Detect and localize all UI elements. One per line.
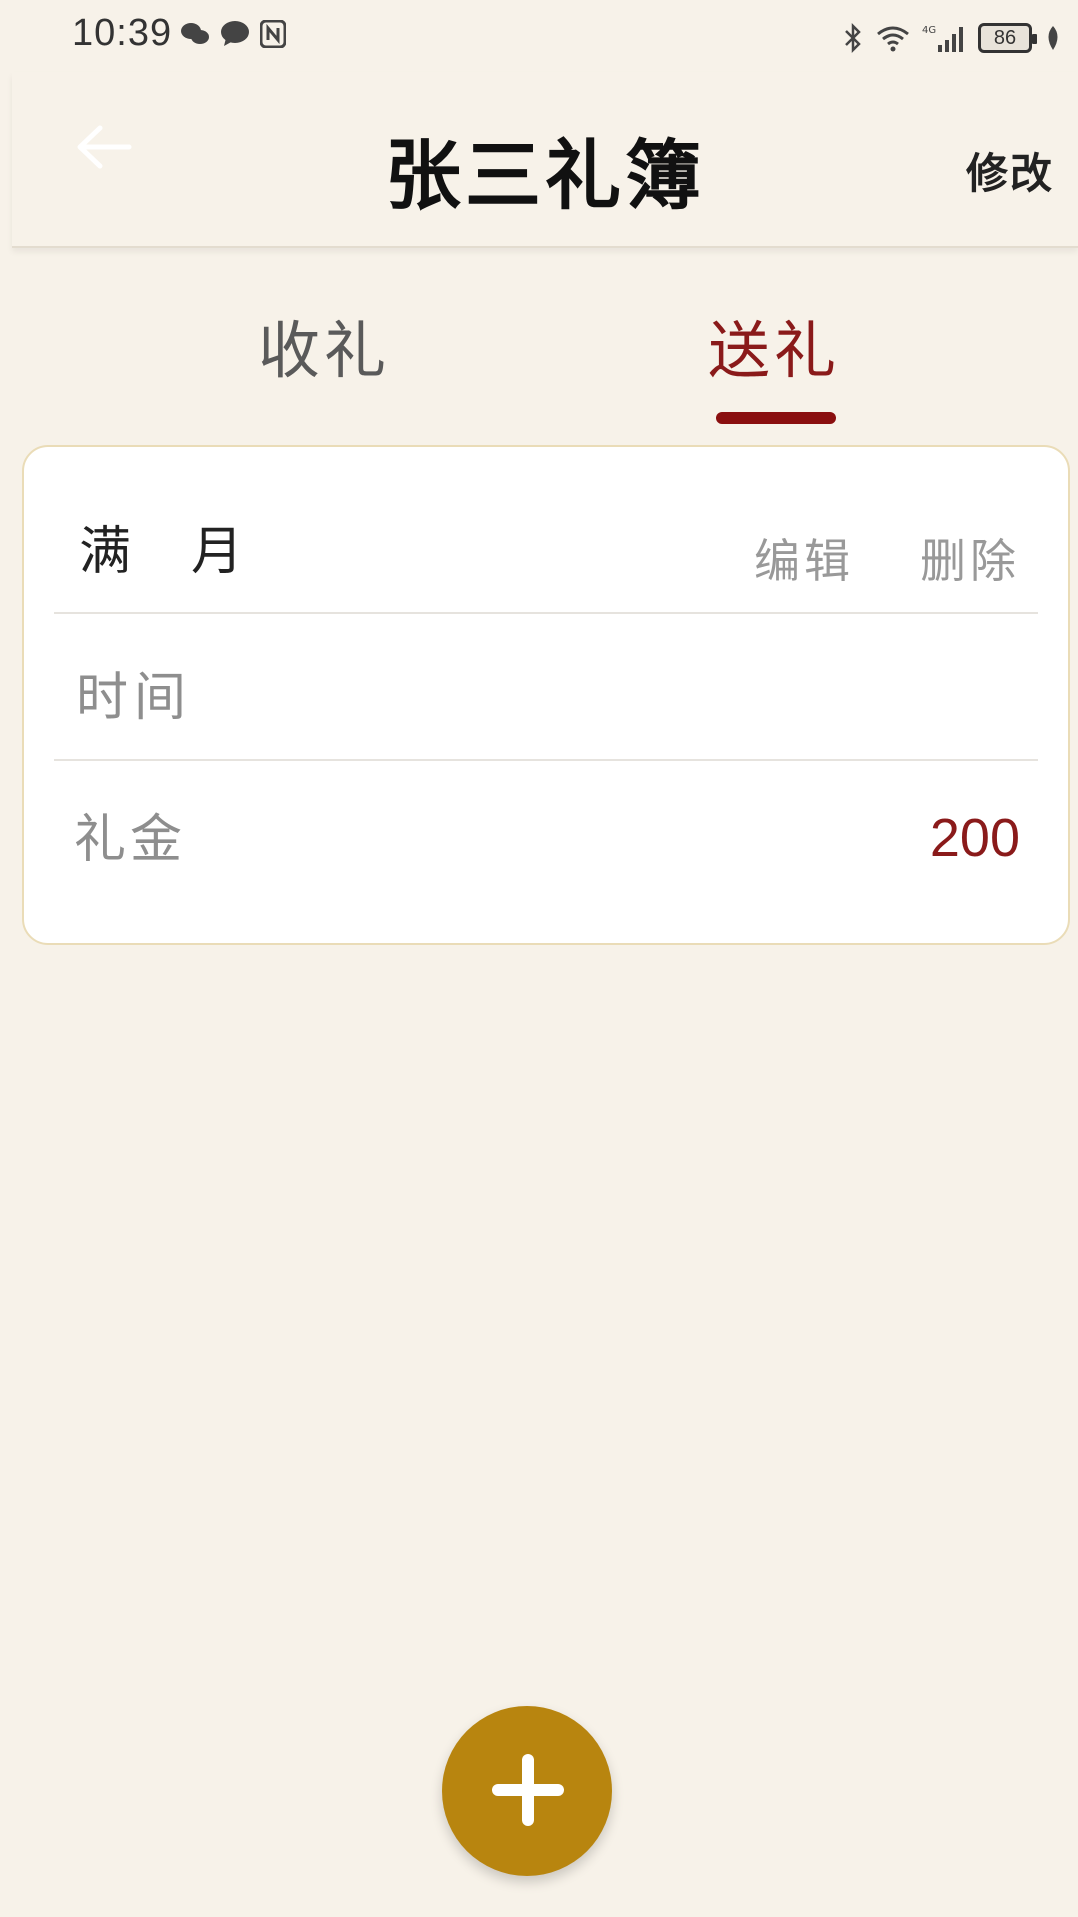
battery-icon: 86 xyxy=(978,23,1037,53)
nfc-icon xyxy=(260,20,286,48)
delete-button[interactable]: 删除 xyxy=(920,525,1020,591)
time-label: 时间 xyxy=(76,668,193,728)
row-divider xyxy=(54,759,1038,761)
svg-text:4G: 4G xyxy=(922,25,936,36)
tab-bar: 收礼 送礼 xyxy=(0,300,1078,430)
tab-give-gifts[interactable]: 送礼 xyxy=(708,300,840,390)
page-title: 张三礼簿 xyxy=(385,131,705,220)
wechat-icon xyxy=(181,23,209,44)
gift-record-card: 满月 编辑 删除 时间 礼金 200 xyxy=(22,445,1070,945)
message-icon xyxy=(221,21,249,46)
edit-button[interactable]: 编辑 xyxy=(754,525,854,591)
row-divider xyxy=(54,612,1038,614)
tab-receive-gifts[interactable]: 收礼 xyxy=(258,300,390,390)
wifi-icon xyxy=(877,26,909,52)
gift-amount: 200 xyxy=(929,808,1020,868)
status-right-icons: 4G 86 xyxy=(842,22,1062,54)
active-tab-indicator xyxy=(716,412,836,424)
status-bar: 10:39 4G 86 xyxy=(0,0,1078,70)
add-record-button[interactable] xyxy=(442,1706,612,1876)
event-name: 满月 xyxy=(79,522,304,582)
gift-money-label: 礼金 xyxy=(74,810,187,870)
signal-4g-icon: 4G xyxy=(922,25,963,52)
modify-button[interactable]: 修改 xyxy=(966,140,1054,201)
leaf-icon xyxy=(1048,26,1058,50)
app-header: 张三礼簿 修改 xyxy=(12,72,1078,248)
status-time: 10:39 xyxy=(72,12,173,54)
bluetooth-icon xyxy=(845,22,861,54)
status-left-icons xyxy=(180,20,286,48)
